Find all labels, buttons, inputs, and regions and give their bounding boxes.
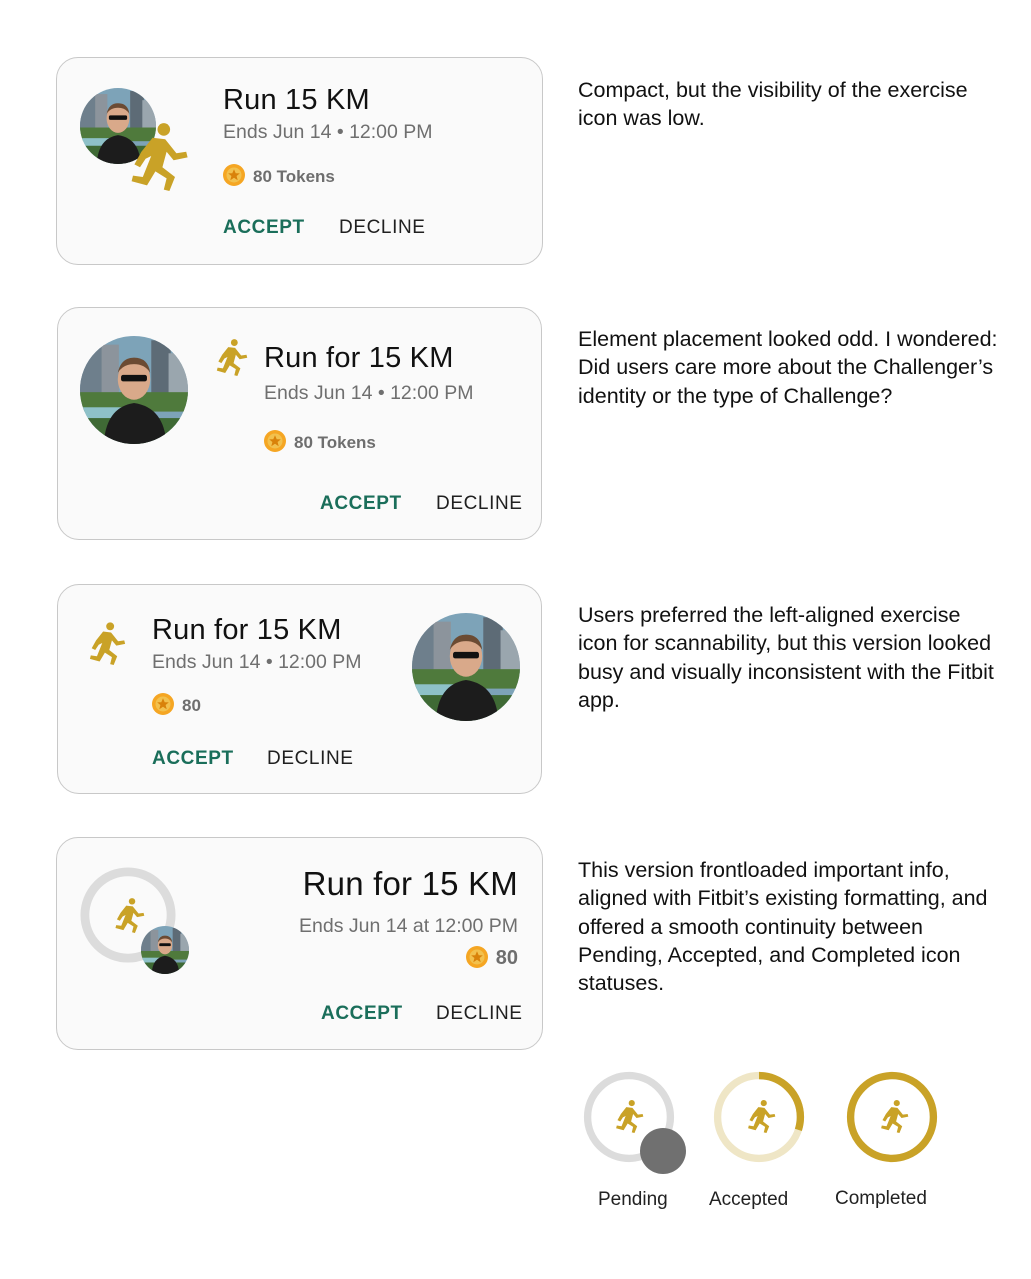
- challenge-card-option-4: Run for 15 KM Ends Jun 14 at 12:00 PM 80…: [56, 837, 543, 1050]
- token-reward: 80: [495, 947, 518, 969]
- running-person-icon: [616, 1100, 644, 1133]
- star-coin-icon: [264, 430, 286, 452]
- decline-button[interactable]: DECLINE: [267, 748, 354, 770]
- status-label-pending: Pending: [598, 1189, 668, 1210]
- challenger-avatar: [141, 926, 189, 974]
- challenger-avatar: [80, 336, 188, 444]
- running-person-icon: [881, 1100, 909, 1133]
- challenger-avatar: [412, 613, 520, 721]
- challenger-avatar-placeholder: [640, 1128, 686, 1174]
- decline-button[interactable]: DECLINE: [436, 1003, 523, 1025]
- accept-button[interactable]: ACCEPT: [321, 1003, 403, 1025]
- running-person-icon: [89, 622, 126, 665]
- running-person-icon: [115, 898, 145, 933]
- accept-button[interactable]: ACCEPT: [223, 217, 305, 239]
- design-note-4: This version frontloaded important info,…: [578, 858, 988, 996]
- challenge-deadline: Ends Jun 14 at 12:00 PM: [299, 915, 518, 937]
- challenge-title: Run 15 KM: [223, 84, 370, 116]
- token-reward: 80: [182, 696, 201, 715]
- design-note-3: Users preferred the left-aligned exercis…: [578, 603, 994, 712]
- challenge-title: Run for 15 KM: [302, 865, 518, 902]
- accept-button[interactable]: ACCEPT: [152, 748, 234, 770]
- challenge-deadline: Ends Jun 14 • 12:00 PM: [264, 382, 474, 404]
- design-note-1: Compact, but the visibility of the exerc…: [578, 78, 968, 131]
- challenge-card-option-3: Run for 15 KM Ends Jun 14 • 12:00 PM 80 …: [57, 584, 542, 794]
- challenge-deadline: Ends Jun 14 • 12:00 PM: [223, 121, 433, 143]
- running-person-icon: [216, 339, 248, 376]
- running-person-icon: [131, 123, 188, 191]
- status-label-accepted: Accepted: [709, 1189, 789, 1210]
- accept-button[interactable]: ACCEPT: [320, 493, 402, 515]
- status-label-completed: Completed: [835, 1188, 927, 1209]
- star-coin-icon: [223, 164, 245, 186]
- challenge-title: Run for 15 KM: [264, 342, 454, 374]
- challenge-card-option-1: Run 15 KM Ends Jun 14 • 12:00 PM 80 Toke…: [56, 57, 543, 265]
- challenge-card-option-2: Run for 15 KM Ends Jun 14 • 12:00 PM 80 …: [57, 307, 542, 540]
- star-coin-icon: [466, 946, 488, 968]
- token-reward: 80 Tokens: [294, 433, 376, 452]
- decline-button[interactable]: DECLINE: [436, 493, 523, 515]
- decline-button[interactable]: DECLINE: [339, 217, 426, 239]
- challenge-title: Run for 15 KM: [152, 614, 342, 646]
- token-reward: 80 Tokens: [253, 167, 335, 186]
- design-note-2: Element placement looked odd. I wondered…: [578, 327, 998, 408]
- star-coin-icon: [152, 693, 174, 715]
- challenge-deadline: Ends Jun 14 • 12:00 PM: [152, 651, 362, 673]
- running-person-icon: [748, 1100, 776, 1133]
